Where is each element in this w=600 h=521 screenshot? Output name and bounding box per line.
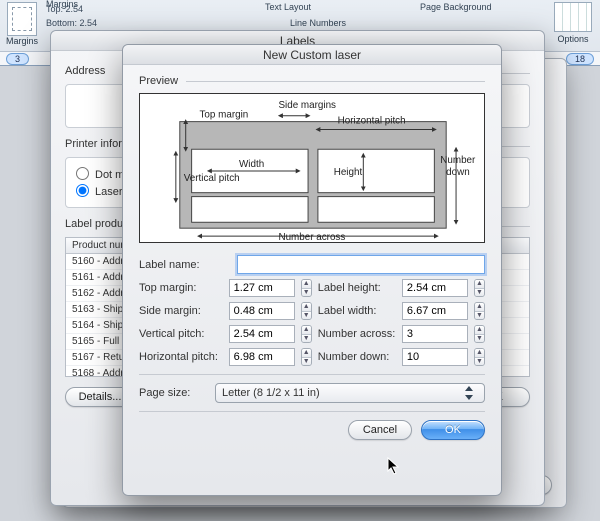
page-size-label: Page size: (139, 387, 209, 399)
horizontal-pitch-stepper[interactable]: ▲▼ (301, 348, 312, 366)
options-grid-icon (554, 2, 592, 32)
diagram-num-down-1: Number (440, 155, 476, 166)
margin-bottom-value: 2.54 (80, 18, 98, 28)
label-name-label: Label name: (139, 259, 231, 271)
updown-icon (464, 386, 478, 400)
page-size-value: Letter (8 1/2 x 11 in) (222, 387, 320, 399)
number-across-input[interactable] (402, 325, 468, 343)
label-width-input[interactable] (402, 302, 468, 320)
ruler-right-marker[interactable]: 18 (566, 53, 594, 65)
number-across-stepper[interactable]: ▲▼ (474, 325, 485, 343)
side-margin-stepper[interactable]: ▲▼ (301, 302, 312, 320)
ok-button[interactable]: OK (421, 420, 485, 440)
page-size-select[interactable]: Letter (8 1/2 x 11 in) (215, 383, 485, 403)
number-across-label: Number across: (318, 328, 396, 340)
options-label: Options (548, 34, 598, 44)
top-margin-label: Top margin: (139, 282, 223, 294)
diagram-top-margin: Top margin (200, 110, 249, 121)
horizontal-pitch-label: Horizontal pitch: (139, 351, 223, 363)
diagram-num-across: Number across (278, 232, 345, 242)
side-margin-input[interactable] (229, 302, 295, 320)
number-down-input[interactable] (402, 348, 468, 366)
margins-icon (7, 2, 37, 36)
group-pagebg-title: Page Background (420, 2, 492, 12)
label-height-input[interactable] (402, 279, 468, 297)
line-numbers-label: Line Numbers (290, 18, 346, 28)
vertical-pitch-input[interactable] (229, 325, 295, 343)
ruler-left-marker[interactable]: 3 (6, 53, 29, 65)
number-down-stepper[interactable]: ▲▼ (474, 348, 485, 366)
margin-bottom-label: Bottom: (46, 18, 77, 28)
group-margins-title: Margins (46, 0, 78, 9)
diagram-v-pitch: Vertical pitch (184, 173, 240, 184)
margins-button[interactable]: Margins (0, 0, 44, 46)
label-height-label: Label height: (318, 282, 396, 294)
side-margin-label: Side margin: (139, 305, 223, 317)
options-button[interactable]: Options (548, 2, 598, 44)
diagram-side-margins: Side margins (278, 100, 336, 111)
vertical-pitch-label: Vertical pitch: (139, 328, 223, 340)
diagram-num-down-2: down (446, 167, 470, 178)
label-width-label: Label width: (318, 305, 396, 317)
margins-label: Margins (0, 36, 44, 46)
label-width-stepper[interactable]: ▲▼ (474, 302, 485, 320)
diagram-height: Height (334, 167, 363, 178)
label-height-stepper[interactable]: ▲▼ (474, 279, 485, 297)
top-margin-stepper[interactable]: ▲▼ (301, 279, 312, 297)
label-name-input[interactable] (237, 255, 485, 274)
top-margin-input[interactable] (229, 279, 295, 297)
cursor-icon (387, 457, 401, 475)
group-textlayout-title: Text Layout (265, 2, 311, 12)
diagram-h-pitch: Horizontal pitch (338, 116, 406, 127)
cancel-button[interactable]: Cancel (348, 420, 412, 440)
number-down-label: Number down: (318, 351, 396, 363)
horizontal-pitch-input[interactable] (229, 348, 295, 366)
diagram-width: Width (239, 159, 264, 170)
preview-label: Preview (139, 75, 178, 87)
vertical-pitch-stepper[interactable]: ▲▼ (301, 325, 312, 343)
new-custom-dialog: New Custom laser Preview (122, 44, 502, 496)
new-custom-dialog-title: New Custom laser (123, 45, 501, 65)
preview-diagram: Top margin Side margins Horizontal pitch… (139, 93, 485, 243)
